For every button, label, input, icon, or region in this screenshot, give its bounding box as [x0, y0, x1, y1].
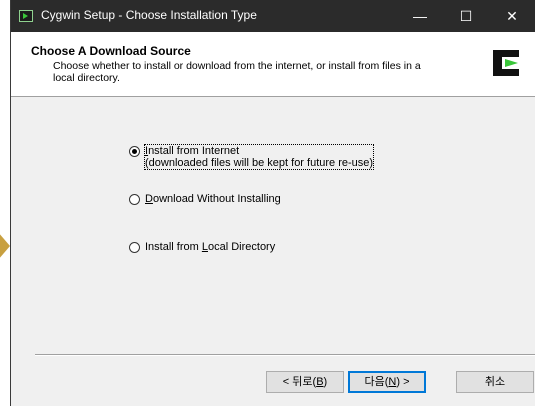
- radio-download-without-installing[interactable]: [129, 194, 140, 205]
- page-header: Choose A Download Source Choose whether …: [11, 32, 535, 97]
- footer-divider: [35, 354, 535, 356]
- option-label-download: Download Without Installing: [145, 193, 281, 205]
- maximize-button[interactable]: ☐: [447, 0, 485, 32]
- cygwin-app-icon: [19, 10, 33, 22]
- minimize-button[interactable]: —: [401, 0, 439, 32]
- close-button[interactable]: ✕: [493, 0, 531, 32]
- radio-install-from-local-directory[interactable]: [129, 242, 140, 253]
- cygwin-logo-icon: [493, 50, 519, 76]
- radio-install-from-internet[interactable]: [129, 146, 140, 157]
- cancel-button[interactable]: 취소: [456, 371, 534, 393]
- option-sublabel-internet: (downloaded files will be kept for futur…: [145, 157, 374, 169]
- window-title: Cygwin Setup - Choose Installation Type: [41, 8, 257, 22]
- setup-window: Cygwin Setup - Choose Installation Type …: [10, 0, 535, 406]
- next-button[interactable]: 다음(N) >: [348, 371, 426, 393]
- background-arrow: [0, 232, 10, 260]
- option-label-local: Install from Local Directory: [145, 241, 276, 253]
- back-button[interactable]: < 뒤로(B): [266, 371, 344, 393]
- title-bar[interactable]: Cygwin Setup - Choose Installation Type …: [11, 0, 535, 32]
- option-label-internet: Install from Internet (downloaded files …: [143, 144, 375, 170]
- page-description: Choose whether to install or download fr…: [53, 60, 421, 84]
- page-title: Choose A Download Source: [31, 44, 191, 58]
